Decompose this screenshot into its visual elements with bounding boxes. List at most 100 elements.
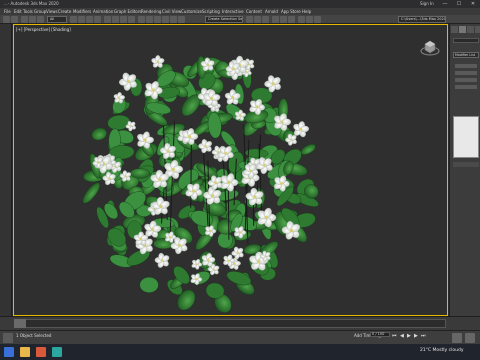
maxscript-listener-icon[interactable] [3, 333, 13, 343]
mirror-icon[interactable] [246, 16, 253, 23]
flower-center [97, 161, 100, 164]
curve-editor-icon[interactable] [272, 16, 279, 23]
menu-group[interactable]: Group [34, 9, 46, 14]
maximize-button[interactable]: ☐ [452, 0, 466, 8]
schematic-view-icon[interactable] [280, 16, 287, 23]
menu-arnold[interactable]: Arnold [265, 9, 278, 14]
rect-region-icon[interactable] [86, 16, 93, 23]
select-object-icon[interactable] [70, 16, 77, 23]
perspective-viewport[interactable]: [+] [Perspective] [Shading] [13, 24, 448, 316]
command-panel: Modifier List [449, 24, 480, 316]
close-button[interactable]: ✕ [466, 0, 480, 8]
material-editor-icon[interactable] [288, 16, 295, 23]
snap-icon[interactable] [162, 16, 169, 23]
next-frame-icon[interactable]: ▶ [414, 333, 418, 339]
modify-tab-icon[interactable] [459, 26, 466, 33]
keyboard-shortcut-icon[interactable] [154, 16, 161, 23]
manipulate-icon[interactable] [146, 16, 153, 23]
flower-center [143, 138, 147, 142]
modifier-list-dropdown[interactable]: Modifier List [453, 52, 479, 58]
go-to-end-icon[interactable]: ⏭ [421, 333, 426, 339]
flower-center [158, 177, 162, 181]
flower-center [150, 227, 154, 231]
flower-center [280, 120, 284, 124]
pivot-icon[interactable] [138, 16, 145, 23]
window-title: ...- Autodesk 3ds Max 2020 [4, 1, 59, 6]
placement-icon[interactable] [128, 16, 135, 23]
flower-center [255, 105, 259, 109]
menu-customize[interactable]: Customize [181, 9, 202, 14]
scale-icon[interactable] [120, 16, 127, 23]
menu-graph-editors[interactable]: Graph Editors [114, 9, 141, 14]
menu-edit[interactable]: Edit [14, 9, 22, 14]
menu-scripting[interactable]: Scripting [202, 9, 220, 14]
modifier-button[interactable] [455, 85, 477, 89]
stack-controls[interactable] [453, 162, 479, 167]
weather-widget[interactable]: 21°C Mostly cloudy [420, 348, 464, 353]
select-by-name-icon[interactable] [78, 16, 85, 23]
flower [231, 246, 244, 260]
menu-app-store[interactable]: App Store [281, 9, 301, 14]
flower-center [188, 135, 191, 138]
time-slider[interactable] [14, 319, 26, 328]
menu-rendering[interactable]: Rendering [141, 9, 161, 14]
modifier-button[interactable] [455, 64, 477, 68]
render-frame-icon[interactable] [306, 16, 313, 23]
rotate-icon[interactable] [112, 16, 119, 23]
app-icon[interactable] [36, 347, 46, 357]
flower-center [139, 237, 143, 241]
time-track[interactable] [14, 319, 446, 328]
named-selection-set-dropdown[interactable]: Create Selection Set [205, 16, 243, 23]
3ds-max-taskbar-icon[interactable] [52, 347, 62, 357]
link-icon[interactable] [21, 16, 28, 23]
menu-help[interactable]: Help [302, 9, 311, 14]
zoom-icon[interactable] [452, 333, 462, 343]
render-icon[interactable] [314, 16, 321, 23]
window-crossing-icon[interactable] [94, 16, 101, 23]
sign-in-button[interactable]: Sign In [420, 1, 434, 6]
menu-tools[interactable]: Tools [23, 9, 33, 14]
menu-create[interactable]: Create [58, 9, 71, 14]
modifier-button[interactable] [455, 78, 477, 82]
move-icon[interactable] [104, 16, 111, 23]
flower-center [239, 114, 242, 117]
bind-spacewarp-icon[interactable] [37, 16, 44, 23]
frame-counter[interactable]: 0 / 100 [370, 332, 390, 337]
layer-explorer-icon[interactable] [262, 16, 269, 23]
workspace-dropdown[interactable]: C:\Users\...\3ds Max 2020 [398, 16, 446, 23]
angle-snap-icon[interactable] [170, 16, 177, 23]
flower-center [195, 263, 198, 266]
menu-civil-view[interactable]: Civil View [162, 9, 181, 14]
selection-filter-dropdown[interactable]: All [47, 16, 67, 23]
go-to-start-icon[interactable]: ⏮ [392, 333, 397, 339]
modifier-button[interactable] [455, 71, 477, 75]
render-setup-icon[interactable] [298, 16, 305, 23]
file-explorer-icon[interactable] [20, 347, 30, 357]
menu-file[interactable]: File [4, 9, 11, 14]
leaf [130, 168, 151, 179]
undo-icon[interactable] [3, 16, 10, 23]
flower-center [233, 262, 236, 265]
prev-frame-icon[interactable]: ◀ [400, 333, 404, 339]
menu-modifiers[interactable]: Modifiers [73, 9, 91, 14]
object-name-field[interactable] [453, 38, 479, 43]
start-icon[interactable] [4, 347, 14, 357]
menu-content[interactable]: Content [246, 9, 262, 14]
menu-interactive[interactable]: Interactive [222, 9, 244, 14]
minimize-button[interactable]: — [438, 0, 452, 8]
menu-views[interactable]: Views [46, 9, 58, 14]
flower-center [156, 60, 159, 64]
hierarchy-tab-icon[interactable] [467, 26, 474, 33]
timeline [0, 316, 480, 330]
align-icon[interactable] [254, 16, 261, 23]
create-tab-icon[interactable] [451, 26, 458, 33]
redo-icon[interactable] [11, 16, 18, 23]
modifier-stack[interactable] [453, 116, 479, 158]
unlink-icon[interactable] [29, 16, 36, 23]
pan-icon[interactable] [465, 333, 475, 343]
motion-tab-icon[interactable] [475, 26, 480, 33]
play-icon[interactable]: ▶ [407, 333, 411, 339]
viewcube-icon[interactable] [420, 40, 440, 56]
percent-snap-icon[interactable] [178, 16, 185, 23]
menu-animation[interactable]: Animation [93, 9, 113, 14]
